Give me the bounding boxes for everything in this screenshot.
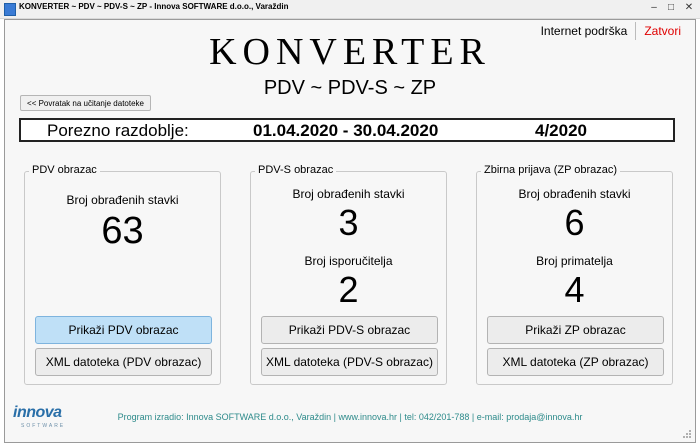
back-to-upload-button[interactable]: << Povratak na učitanje datoteke <box>20 95 151 111</box>
group-pdvs-legend: PDV-S obrazac <box>255 164 337 176</box>
logo-subtext: SOFTWARE <box>21 423 66 429</box>
maximize-icon[interactable]: □ <box>663 1 679 15</box>
pdvs-processed-value: 3 <box>338 202 359 243</box>
window-title: KONVERTER ~ PDV ~ PDV-S ~ ZP - Innova SO… <box>19 2 289 11</box>
window-titlebar: KONVERTER ~ PDV ~ PDV-S ~ ZP - Innova SO… <box>0 0 700 19</box>
tax-period-number: 4/2020 <box>535 121 587 140</box>
zp-processed-value: 6 <box>564 202 585 243</box>
group-pdvs: PDV-S obrazac Broj obrađenih stavki 3 Br… <box>250 164 447 385</box>
pdv-processed-value: 63 <box>101 210 144 252</box>
zp-processed-label: Broj obrađenih stavki <box>518 187 631 201</box>
xml-pdv-button[interactable]: XML datoteka (PDV obrazac) <box>35 348 212 376</box>
app-icon <box>4 3 16 16</box>
close-icon[interactable]: ✕ <box>681 1 697 15</box>
main-panel: Internet podrška Zatvori KONVERTER PDV ~… <box>4 19 696 443</box>
minimize-icon[interactable]: – <box>646 1 662 15</box>
group-zp-legend: Zbirna prijava (ZP obrazac) <box>481 164 621 176</box>
tax-period-range: 01.04.2020 - 30.04.2020 <box>253 121 439 140</box>
zp-recipients-label: Broj primatelja <box>536 254 613 268</box>
group-zp: Zbirna prijava (ZP obrazac) Broj obrađen… <box>476 164 673 385</box>
zp-recipients-value: 4 <box>564 269 585 310</box>
show-pdv-button[interactable]: Prikaži PDV obrazac <box>35 316 212 344</box>
app-title: KONVERTER <box>209 31 491 73</box>
pdvs-suppliers-label: Broj isporučitelja <box>304 254 393 268</box>
pdvs-suppliers-value: 2 <box>338 269 359 310</box>
footer-info: Program izradio: Innova SOFTWARE d.o.o.,… <box>117 412 583 422</box>
tax-period-bar: Porezno razdoblje: 01.04.2020 - 30.04.20… <box>19 118 675 142</box>
show-zp-button[interactable]: Prikaži ZP obrazac <box>487 316 664 344</box>
group-pdv: PDV obrazac Broj obrađenih stavki 63 Pri… <box>24 164 221 385</box>
show-pdvs-button[interactable]: Prikaži PDV-S obrazac <box>261 316 438 344</box>
group-pdv-legend: PDV obrazac <box>29 164 100 176</box>
xml-zp-button[interactable]: XML datoteka (ZP obrazac) <box>487 348 664 376</box>
pdvs-processed-label: Broj obrađenih stavki <box>292 187 405 201</box>
xml-pdvs-button[interactable]: XML datoteka (PDV-S obrazac) <box>261 348 438 376</box>
tax-period-label: Porezno razdoblje: <box>47 121 189 140</box>
resize-grip-icon[interactable] <box>682 429 692 439</box>
pdv-processed-label: Broj obrađenih stavki <box>66 193 179 207</box>
